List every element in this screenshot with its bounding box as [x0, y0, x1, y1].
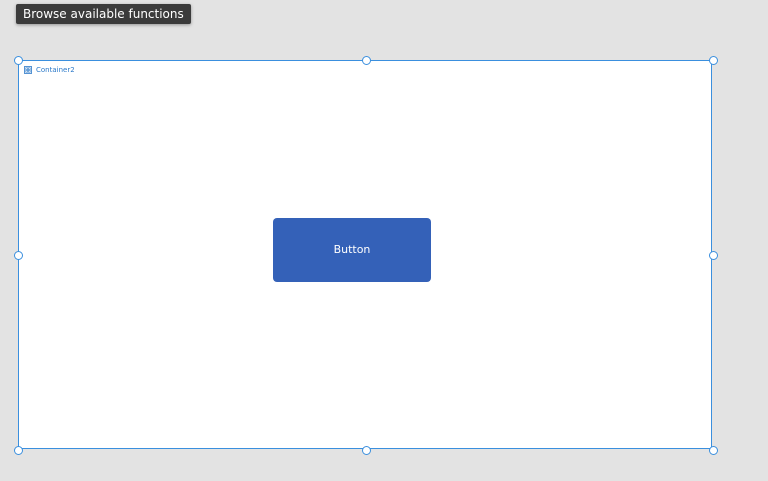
browse-functions-tooltip: Browse available functions [16, 4, 191, 24]
resize-handle-right[interactable] [709, 251, 718, 260]
resize-handle-top-left[interactable] [14, 56, 23, 65]
resize-handle-bottom[interactable] [362, 446, 371, 455]
container2[interactable]: Container2 Button [18, 60, 712, 449]
container-icon [24, 66, 32, 74]
resize-handle-top[interactable] [362, 56, 371, 65]
container-name: Container2 [36, 66, 75, 74]
resize-handle-top-right[interactable] [709, 56, 718, 65]
button-control[interactable]: Button [273, 218, 431, 282]
resize-handle-bottom-right[interactable] [709, 446, 718, 455]
resize-handle-left[interactable] [14, 251, 23, 260]
container-label: Container2 [24, 66, 75, 74]
resize-handle-bottom-left[interactable] [14, 446, 23, 455]
button-label: Button [333, 243, 371, 256]
